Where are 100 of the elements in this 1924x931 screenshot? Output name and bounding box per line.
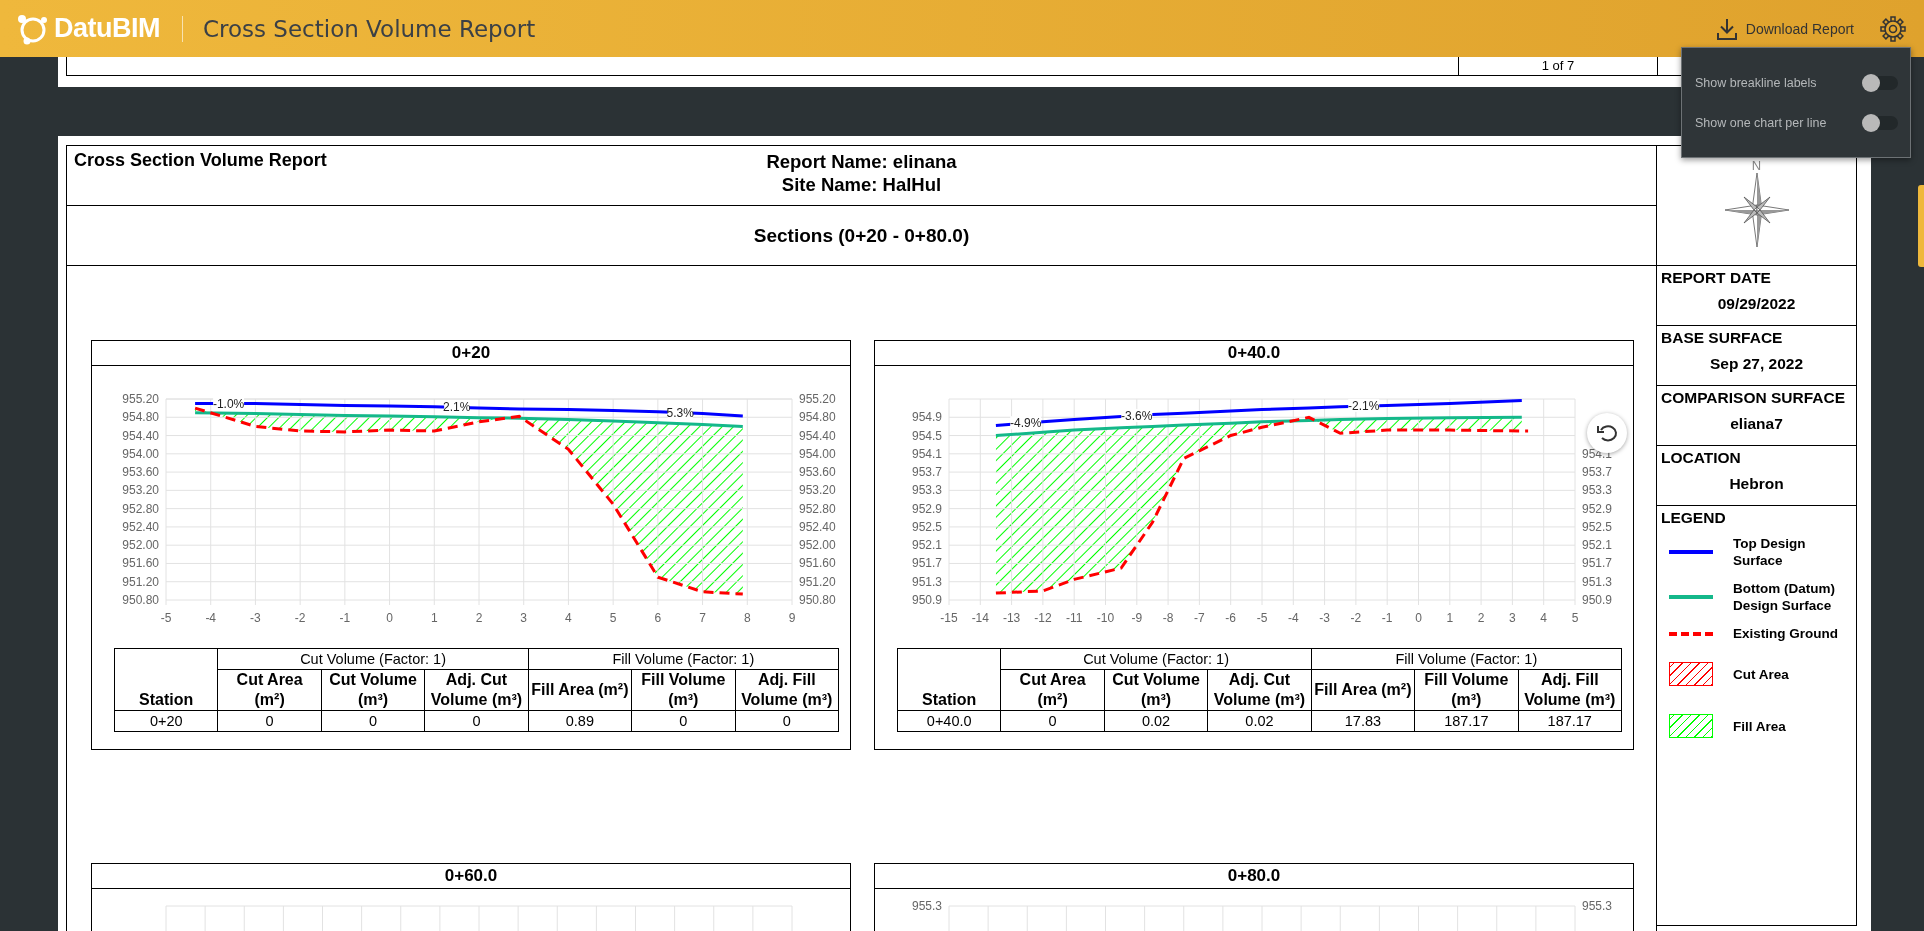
table-cell: 187.17 bbox=[1414, 710, 1519, 732]
sections-title: Sections (0+20 - 0+80.0) bbox=[753, 224, 970, 247]
table-cell: 0 bbox=[735, 710, 839, 732]
axis-label: 4 bbox=[1540, 611, 1548, 625]
column-header: Cut Volume (m³) bbox=[1104, 669, 1208, 711]
column-header: Adj. Cut Volume (m³) bbox=[1207, 669, 1312, 711]
group-header: Cut Volume (Factor: 1) bbox=[1000, 648, 1312, 670]
legend-label: Bottom (Datum) Design Surface bbox=[1733, 580, 1836, 614]
north-label: N bbox=[1751, 159, 1762, 172]
site-name: Site Name: HalHul bbox=[781, 173, 942, 196]
section-title: 0+20 bbox=[451, 343, 491, 362]
axis-label: 3 bbox=[1509, 611, 1516, 625]
legend-label: Existing Ground bbox=[1733, 625, 1839, 642]
column-header: Adj. Fill Volume (m³) bbox=[735, 669, 839, 711]
axis-label: 952.00 bbox=[799, 538, 836, 553]
toggle-switch[interactable] bbox=[1864, 75, 1898, 90]
slope-label: -1.0% bbox=[212, 396, 245, 411]
axis-label: -14 bbox=[971, 611, 989, 625]
axis-label: 6 bbox=[654, 611, 662, 625]
axis-label: 953.3 bbox=[1582, 483, 1613, 498]
info-value: Hebron bbox=[1729, 475, 1784, 493]
info-value: Sep 27, 2022 bbox=[1709, 355, 1804, 373]
page-number: 1 of 7 bbox=[1541, 58, 1575, 73]
info-label: BASE SURFACE bbox=[1661, 329, 1784, 347]
legend-label: Fill Area bbox=[1733, 717, 1787, 735]
logo-icon bbox=[16, 12, 50, 45]
axis-label: -15 bbox=[940, 611, 958, 625]
info-label: REPORT DATE bbox=[1661, 269, 1772, 287]
axis-label: -4 bbox=[1287, 611, 1299, 625]
axis-label: 954.40 bbox=[799, 428, 836, 443]
axis-label: 953.7 bbox=[1582, 465, 1613, 480]
axis-label: -5 bbox=[160, 611, 172, 625]
axis-label: 953.60 bbox=[799, 465, 836, 480]
axis-label: 1 bbox=[1446, 611, 1454, 625]
section-title: 0+40.0 bbox=[1227, 343, 1281, 362]
axis-label: 5 bbox=[1571, 611, 1579, 625]
axis-label: 952.9 bbox=[911, 501, 942, 516]
axis-label: 951.7 bbox=[911, 556, 942, 571]
info-label: LOCATION bbox=[1661, 449, 1742, 467]
column-header: Cut Area (m²) bbox=[217, 669, 322, 711]
axis-label: 951.3 bbox=[1582, 574, 1613, 589]
page-title: Cross Section Volume Report bbox=[203, 15, 536, 42]
report-title: Cross Section Volume Report bbox=[73, 149, 328, 172]
axis-label: -3 bbox=[1319, 611, 1330, 625]
axis-label: 950.9 bbox=[1582, 593, 1613, 607]
axis-label: 9 bbox=[788, 611, 796, 625]
axis-label: 954.80 bbox=[122, 410, 159, 425]
table-cell: 187.17 bbox=[1518, 710, 1622, 732]
column-header: Fill Area (m²) bbox=[1311, 669, 1415, 711]
column-header: Station bbox=[897, 648, 1001, 711]
axis-label: 1 bbox=[430, 611, 438, 625]
column-header: Cut Area (m²) bbox=[1000, 669, 1105, 711]
axis-label: 951.7 bbox=[1582, 556, 1613, 571]
download-button[interactable]: Download Report bbox=[1709, 12, 1860, 45]
axis-label: 952.40 bbox=[122, 519, 159, 534]
axis-label: -5 bbox=[1256, 611, 1268, 625]
legend-title: LEGEND bbox=[1661, 509, 1727, 527]
slope-label: 5.3% bbox=[666, 405, 694, 420]
axis-label: 0 bbox=[386, 611, 393, 625]
info-value: eliana7 bbox=[1730, 415, 1783, 433]
axis-label: 954.5 bbox=[911, 428, 942, 443]
settings-icon[interactable] bbox=[1880, 15, 1906, 42]
axis-label: 951.60 bbox=[122, 556, 159, 571]
undo-icon[interactable] bbox=[1596, 423, 1618, 443]
menu-option-label: Show one chart per line bbox=[1695, 115, 1827, 130]
table-cell: 0 bbox=[321, 710, 425, 732]
table-cell: 0.02 bbox=[1104, 710, 1208, 732]
axis-label: 952.80 bbox=[799, 501, 836, 516]
axis-label: 952.00 bbox=[122, 538, 159, 553]
column-header: Cut Volume (m³) bbox=[321, 669, 425, 711]
axis-label: 954.9 bbox=[911, 410, 942, 425]
axis-label: 8 bbox=[743, 611, 751, 625]
axis-label: 953.3 bbox=[911, 483, 942, 498]
table-cell: 0 bbox=[424, 710, 529, 732]
table-cell: 0 bbox=[1000, 710, 1105, 732]
info-label: COMPARISON SURFACE bbox=[1661, 389, 1846, 407]
axis-label: 2 bbox=[475, 611, 483, 625]
table-cell: 17.83 bbox=[1311, 710, 1415, 732]
table-cell: 0+20 bbox=[114, 710, 218, 732]
section-title: 0+80.0 bbox=[1227, 866, 1281, 885]
menu-option-label: Show breakline labels bbox=[1695, 75, 1817, 90]
axis-label: 0 bbox=[1415, 611, 1422, 625]
report-name: Report Name: elinana bbox=[766, 150, 957, 173]
axis-label: 954.40 bbox=[122, 428, 159, 443]
axis-label: 954.1 bbox=[911, 446, 942, 461]
axis-label: -9 bbox=[1131, 611, 1143, 625]
axis-label: -8 bbox=[1162, 611, 1174, 625]
axis-label: 954.00 bbox=[122, 446, 159, 461]
axis-label: 952.1 bbox=[911, 538, 942, 553]
axis-label: -6 bbox=[1225, 611, 1237, 625]
axis-label: -2 bbox=[294, 611, 306, 625]
axis-label: 953.20 bbox=[799, 483, 836, 498]
axis-label: 951.3 bbox=[911, 574, 942, 589]
group-header: Fill Volume (Factor: 1) bbox=[528, 648, 839, 670]
column-header: Station bbox=[114, 648, 218, 711]
toggle-switch[interactable] bbox=[1864, 115, 1898, 130]
column-header: Fill Volume (m³) bbox=[631, 669, 736, 711]
axis-label: 5 bbox=[609, 611, 617, 625]
column-header: Adj. Cut Volume (m³) bbox=[424, 669, 529, 711]
axis-label: -1 bbox=[1381, 611, 1393, 625]
